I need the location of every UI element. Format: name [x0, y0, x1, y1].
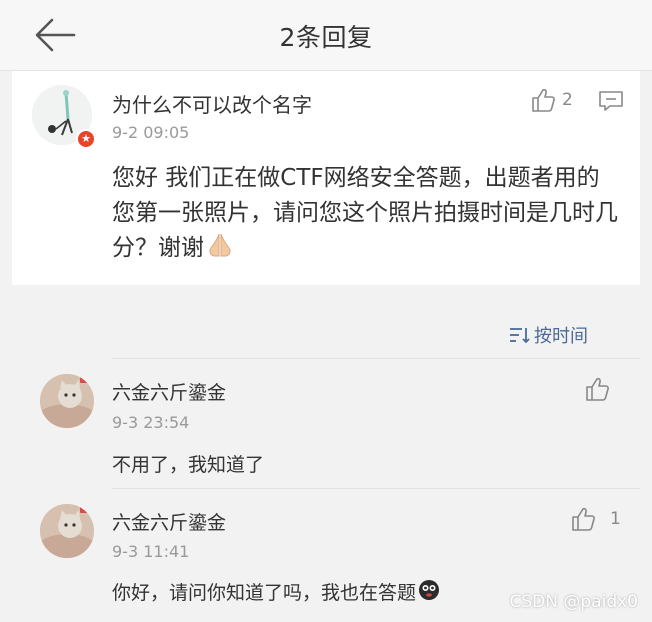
- comment-text-content: 您好 我们正在做CTF网络安全答题，出题者用的您第一张照片，请问您这个照片拍摄时…: [112, 165, 618, 261]
- thumbs-up-icon: [532, 88, 555, 112]
- comment-button[interactable]: [598, 89, 624, 113]
- like-button[interactable]: 1: [570, 506, 621, 532]
- page-title: 2条回复: [279, 23, 373, 52]
- like-button[interactable]: 2: [530, 87, 573, 113]
- main-comment-card: ★ 为什么不可以改个名字 9-2 09:05 2 您好 我们正在做CTF网络安全…: [12, 71, 640, 285]
- divider: [112, 358, 640, 359]
- reply-time: 9-3 11:41: [112, 542, 190, 561]
- comment-icon: [599, 91, 623, 111]
- reply-time: 9-3 23:54: [112, 413, 190, 432]
- verified-badge-icon: ★: [76, 129, 96, 149]
- avatar[interactable]: [40, 374, 94, 428]
- top-bar: 2条回复: [0, 0, 652, 71]
- sort-icon: [510, 328, 530, 344]
- reply-text: 不用了，我知道了: [112, 454, 265, 476]
- face-emoji: [418, 579, 440, 606]
- like-count: 2: [562, 90, 573, 110]
- divider: [112, 488, 640, 489]
- sort-label: 按时间: [534, 326, 588, 347]
- comment-text: 您好 我们正在做CTF网络安全答题，出题者用的您第一张照片，请问您这个照片拍摄时…: [112, 161, 622, 269]
- reply-text-content: 你好，请问你知道了吗，我也在答题: [112, 582, 417, 604]
- folded-hands-emoji: [206, 232, 234, 269]
- reply-user-name[interactable]: 六金六斤鎏金: [112, 378, 226, 405]
- avatar[interactable]: ★: [32, 85, 96, 149]
- reply-text: 你好，请问你知道了吗，我也在答题: [112, 578, 440, 606]
- like-button[interactable]: [584, 376, 616, 402]
- cat-avatar-illustration: [40, 374, 94, 428]
- thumbs-up-icon: [586, 377, 609, 401]
- like-count: 1: [610, 509, 621, 529]
- reply-user-name[interactable]: 六金六斤鎏金: [112, 508, 226, 535]
- sort-by-time-button[interactable]: 按时间: [508, 322, 588, 348]
- avatar[interactable]: [40, 504, 94, 558]
- comment-time: 9-2 09:05: [112, 123, 190, 142]
- thumbs-up-icon: [572, 507, 595, 531]
- comment-user-name[interactable]: 为什么不可以改个名字: [112, 89, 312, 118]
- watermark: CSDN @paidx0: [509, 592, 638, 612]
- cat-avatar-illustration: [40, 504, 94, 558]
